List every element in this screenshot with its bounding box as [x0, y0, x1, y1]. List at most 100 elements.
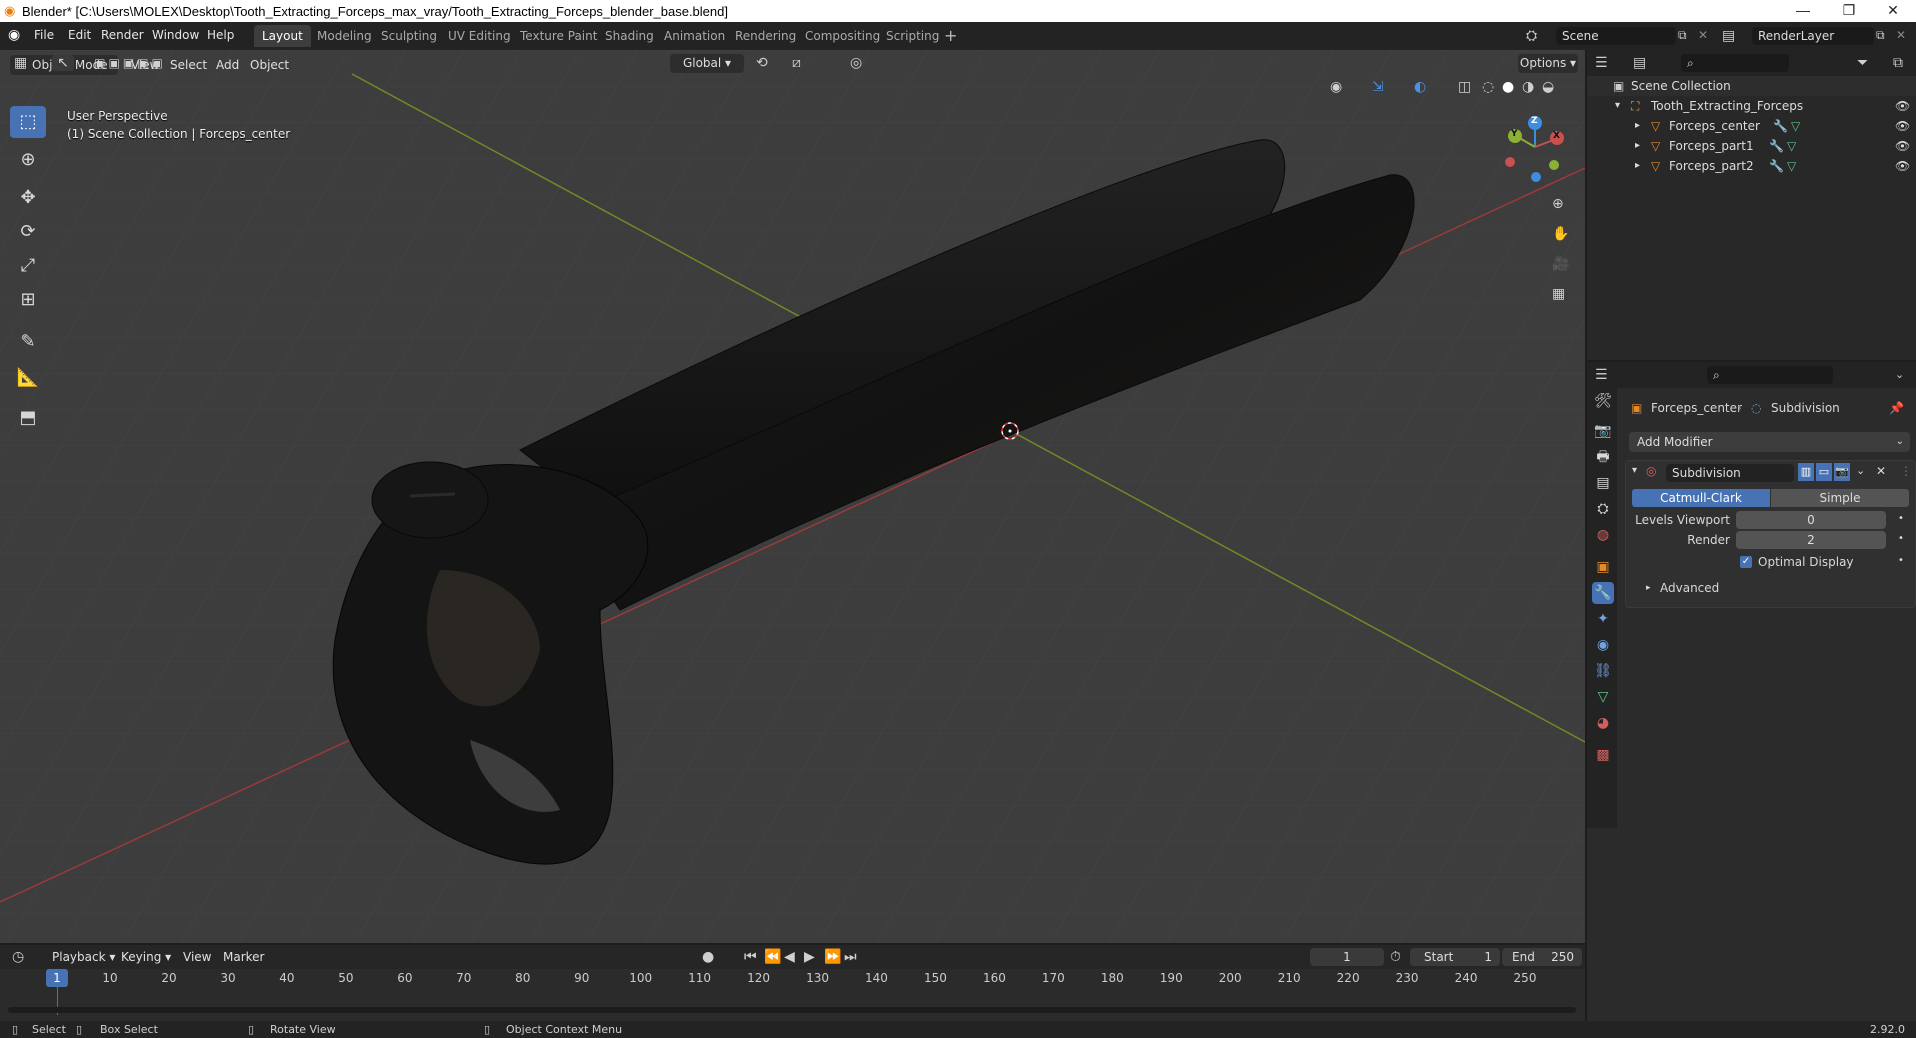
- modifier-tab-icon[interactable]: 🔧: [1592, 582, 1614, 604]
- properties-editor-icon[interactable]: ☰: [1595, 367, 1608, 383]
- expand-icon[interactable]: ▸: [1635, 116, 1640, 136]
- filter-icon[interactable]: ⏷: [1857, 55, 1868, 71]
- close-icon[interactable]: ✕: [1876, 464, 1886, 478]
- expand-icon[interactable]: ▸: [1635, 136, 1640, 156]
- outliner-search-input[interactable]: ⌕: [1681, 54, 1789, 72]
- options-dropdown[interactable]: Options ▾: [1518, 54, 1578, 73]
- tab-rendering[interactable]: Rendering: [727, 25, 804, 47]
- render-tab-icon[interactable]: 📷: [1592, 420, 1614, 442]
- tab-animation[interactable]: Animation: [656, 25, 733, 47]
- mesh-data-icon[interactable]: ▽: [1791, 116, 1800, 136]
- scene-icon[interactable]: ⛭: [1526, 28, 1537, 44]
- physics-tab-icon[interactable]: ◉: [1592, 634, 1614, 656]
- menu-render[interactable]: Render: [101, 28, 144, 42]
- end-frame-field[interactable]: End 250: [1502, 948, 1582, 966]
- pivot-icon[interactable]: ⟲: [756, 55, 768, 71]
- modifier-name-input[interactable]: Subdivision: [1666, 464, 1794, 482]
- timeline-editor-icon[interactable]: ◷: [12, 949, 24, 965]
- pin-icon[interactable]: 📌: [1889, 398, 1904, 418]
- outliner-row-collection[interactable]: ▾ ⛶ Tooth_Extracting_Forceps 👁: [1587, 96, 1916, 116]
- modifier-wrench-icon[interactable]: 🔧: [1769, 156, 1784, 176]
- mesh-data-icon[interactable]: ▽: [1787, 156, 1796, 176]
- eye-icon[interactable]: 👁: [1895, 116, 1910, 136]
- menu-edit[interactable]: Edit: [68, 28, 91, 42]
- optimal-display-checkbox[interactable]: ✓: [1740, 556, 1752, 568]
- timeline-menu-marker[interactable]: Marker: [223, 950, 264, 964]
- data-tab-icon[interactable]: ▽: [1592, 686, 1614, 708]
- tab-shading[interactable]: Shading: [597, 25, 662, 47]
- eye-icon[interactable]: 👁: [1895, 156, 1910, 176]
- stopwatch-icon[interactable]: ⏱: [1390, 949, 1401, 965]
- output-tab-icon[interactable]: 🖶: [1592, 446, 1614, 468]
- timeline-menu-playback[interactable]: Playback ▾: [52, 950, 115, 964]
- expand-icon[interactable]: ▸: [1635, 156, 1640, 176]
- zoom-icon[interactable]: ⊕: [1552, 196, 1564, 212]
- proportional-edit-icon[interactable]: ◎: [850, 55, 862, 71]
- tab-sculpting[interactable]: Sculpting: [373, 25, 445, 47]
- scene-name-field[interactable]: Scene: [1556, 27, 1676, 45]
- render-levels-field[interactable]: 2: [1736, 531, 1886, 549]
- editor-type-icon[interactable]: ▦: [14, 55, 27, 71]
- scale-icon[interactable]: ⤢: [10, 250, 46, 282]
- cursor-icon[interactable]: ⊕: [10, 144, 46, 176]
- texture-tab-icon[interactable]: ▩: [1592, 744, 1614, 766]
- tab-compositing[interactable]: Compositing: [797, 25, 888, 47]
- menu-window[interactable]: Window: [152, 28, 199, 42]
- rendered-shading-icon[interactable]: ◒: [1542, 79, 1554, 95]
- camera-icon[interactable]: 🎥: [1552, 256, 1569, 272]
- particles-tab-icon[interactable]: ✦: [1592, 608, 1614, 630]
- gizmo-icon[interactable]: ⇲: [1372, 79, 1384, 95]
- tab-uv-editing[interactable]: UV Editing: [440, 25, 519, 47]
- menu-help[interactable]: Help: [207, 28, 234, 42]
- new-view-layer-icon[interactable]: ⧉: [1876, 27, 1885, 43]
- rotate-icon[interactable]: ⟳: [10, 216, 46, 248]
- tab-scripting[interactable]: Scripting: [878, 25, 947, 47]
- tab-modeling[interactable]: Modeling: [309, 25, 380, 47]
- minimize-icon[interactable]: —: [1780, 2, 1826, 18]
- view-layer-field[interactable]: RenderLayer: [1752, 27, 1874, 45]
- play-icon[interactable]: ▶: [804, 949, 815, 965]
- select-tool-icon[interactable]: ↖: [52, 55, 74, 71]
- timeline-ruler[interactable]: 1 10 20 30 40 50 60 70 80 90 100 110 120 130 140 150 160…: [0, 969, 1585, 1021]
- new-scene-icon[interactable]: ⧉: [1678, 27, 1687, 43]
- transform-icon[interactable]: ⊞: [10, 284, 46, 316]
- advanced-subpanel-label[interactable]: Advanced: [1660, 581, 1719, 595]
- keyframe-dot-icon[interactable]: •: [1898, 555, 1904, 566]
- timeline-menu-keying[interactable]: Keying ▾: [121, 950, 171, 964]
- solid-shading-icon[interactable]: ●: [1502, 79, 1514, 95]
- snap-icon[interactable]: ⧄: [792, 55, 801, 71]
- menu-file[interactable]: File: [34, 28, 54, 42]
- outliner-row-object[interactable]: ▸ ▽ Forceps_center 🔧 ▽ 👁: [1587, 116, 1916, 136]
- 3d-viewport[interactable]: ▦ Object Mode View Select Add Object: [0, 50, 1585, 943]
- outliner-editor-icon[interactable]: ☰: [1595, 55, 1608, 71]
- collapse-icon[interactable]: ▾: [1632, 465, 1637, 476]
- xray-icon[interactable]: ◫: [1458, 79, 1471, 95]
- add-workspace-icon[interactable]: +: [944, 26, 957, 45]
- keyframe-dot-icon[interactable]: •: [1898, 513, 1904, 524]
- add-cube-icon[interactable]: ⬒: [10, 402, 46, 434]
- next-keyframe-icon[interactable]: ⏩: [824, 949, 841, 965]
- annotate-icon[interactable]: ✎: [10, 326, 46, 358]
- play-reverse-icon[interactable]: ◀: [784, 949, 795, 965]
- object-tab-icon[interactable]: ▣: [1592, 556, 1614, 578]
- edit-mode-toggle-icon[interactable]: ▥: [1798, 463, 1814, 481]
- levels-viewport-field[interactable]: 0: [1736, 511, 1886, 529]
- eye-icon[interactable]: 👁: [1895, 96, 1910, 116]
- scene-tab-icon[interactable]: ⛭: [1592, 498, 1614, 520]
- modifier-wrench-icon[interactable]: 🔧: [1769, 136, 1784, 156]
- grid-icon[interactable]: ▦: [1552, 286, 1565, 302]
- navigation-gizmo[interactable]: Z Y X: [1500, 112, 1570, 182]
- view-layer-tab-icon[interactable]: ▤: [1592, 472, 1614, 494]
- timeline-scrollbar[interactable]: [8, 1007, 1576, 1013]
- add-modifier-dropdown[interactable]: Add Modifier ⌄: [1629, 432, 1910, 452]
- world-tab-icon[interactable]: ◍: [1592, 524, 1614, 546]
- measure-icon[interactable]: 📐: [10, 362, 46, 394]
- constraints-tab-icon[interactable]: ⛓: [1592, 660, 1614, 682]
- eye-icon[interactable]: 👁: [1895, 136, 1910, 156]
- current-frame-field[interactable]: 1: [1310, 948, 1384, 966]
- render-toggle-icon[interactable]: 📷: [1834, 463, 1850, 481]
- keyframe-dot-icon[interactable]: •: [1898, 533, 1904, 544]
- select-box-icon[interactable]: ⬚: [10, 106, 46, 138]
- expand-icon[interactable]: ▸: [1646, 583, 1651, 593]
- simple-button[interactable]: Simple: [1771, 489, 1909, 507]
